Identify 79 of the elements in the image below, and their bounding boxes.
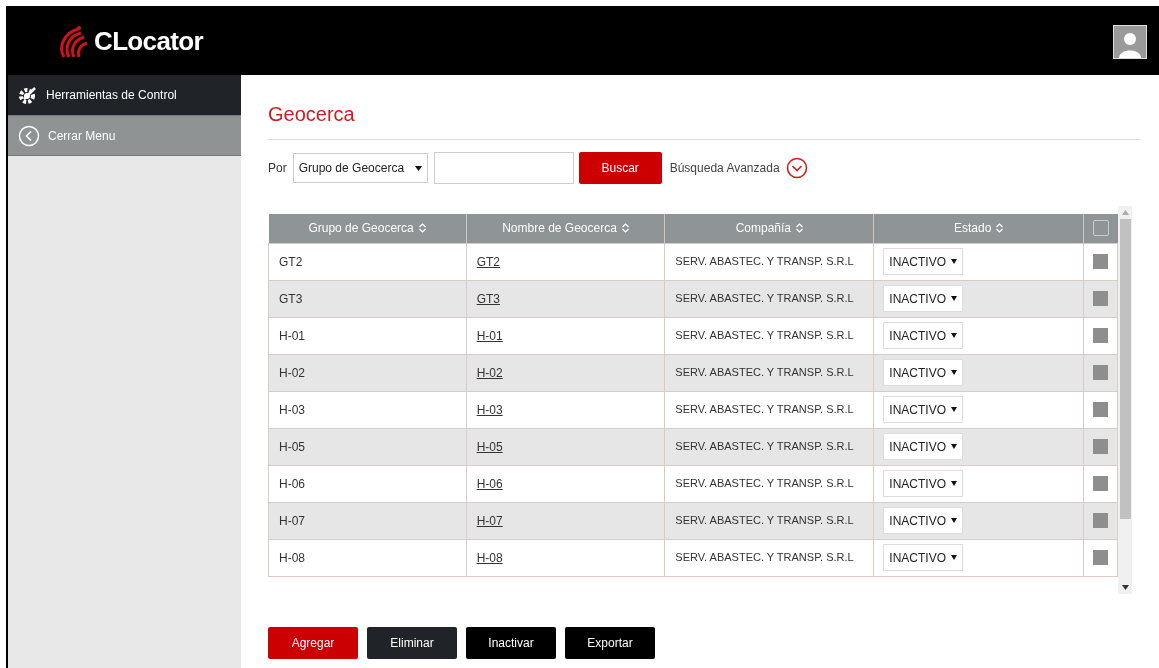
dropdown-icon	[950, 518, 957, 523]
geofence-link[interactable]: H-08	[476, 550, 503, 565]
table-cell: H-06	[279, 476, 305, 491]
status-select[interactable]: INACTIVO	[883, 248, 963, 275]
table-cell: SERV. ABASTEC. Y TRANSP. S.R.L	[675, 292, 854, 305]
filter-label: Por	[268, 160, 287, 177]
table-cell: SERV. ABASTEC. Y TRANSP. S.R.L	[675, 366, 854, 379]
table-cell: SERV. ABASTEC. Y TRANSP. S.R.L	[675, 255, 854, 268]
scroll-up-icon[interactable]	[1121, 210, 1129, 215]
sort-icon	[796, 223, 803, 234]
expand-icon[interactable]	[785, 157, 808, 179]
status-select[interactable]: INACTIVO	[883, 359, 963, 386]
dropdown-icon	[950, 333, 957, 338]
row-checkbox[interactable]	[1093, 402, 1108, 417]
table-cell: H-01	[279, 328, 305, 343]
geofence-link[interactable]: GT2	[476, 254, 500, 269]
dropdown-icon	[950, 444, 957, 449]
action-button[interactable]: Exportar	[565, 627, 655, 659]
sort-icon	[621, 223, 629, 234]
row-checkbox[interactable]	[1093, 476, 1108, 491]
table-cell: SERV. ABASTEC. Y TRANSP. S.R.L	[675, 329, 854, 342]
search-field[interactable]	[433, 152, 574, 184]
action-button[interactable]: Eliminar	[367, 627, 457, 659]
row-checkbox[interactable]	[1093, 439, 1108, 454]
table-cell: GT3	[279, 291, 303, 306]
action-button[interactable]: Agregar	[268, 627, 358, 659]
select-all-checkbox[interactable]	[1092, 220, 1109, 237]
table-cell: SERV. ABASTEC. Y TRANSP. S.R.L	[675, 551, 854, 564]
table-cell: SERV. ABASTEC. Y TRANSP. S.R.L	[675, 514, 854, 527]
row-checkbox[interactable]	[1093, 365, 1108, 380]
dropdown-icon	[950, 296, 957, 301]
table-cell: GT2	[279, 254, 303, 269]
dropdown-icon	[950, 259, 957, 264]
gear-icon	[18, 85, 38, 105]
table-cell: SERV. ABASTEC. Y TRANSP. S.R.L	[675, 440, 854, 453]
table-cell: H-03	[279, 402, 305, 417]
geofence-link[interactable]: H-01	[476, 328, 503, 343]
row-checkbox[interactable]	[1093, 291, 1108, 306]
status-select[interactable]: INACTIVO	[883, 507, 963, 534]
row-checkbox[interactable]	[1093, 550, 1108, 565]
table-cell: H-07	[279, 513, 305, 528]
sidebar-item[interactable]: Herramientas de Control	[8, 75, 241, 116]
avatar-icon[interactable]	[1113, 24, 1147, 59]
sort-icon	[996, 223, 1004, 234]
geofence-link[interactable]: H-05	[476, 439, 503, 454]
sort-icon	[418, 223, 426, 234]
group-select[interactable]: Grupo de Geocerca	[292, 153, 428, 183]
row-checkbox[interactable]	[1093, 254, 1108, 269]
status-select[interactable]: INACTIVO	[883, 433, 963, 460]
table-cell: H-05	[279, 439, 305, 454]
scroll-down-icon[interactable]	[1121, 585, 1129, 590]
dropdown-icon	[414, 165, 422, 171]
dropdown-icon	[950, 555, 957, 560]
status-select[interactable]: INACTIVO	[883, 396, 963, 423]
dropdown-icon	[950, 370, 957, 375]
page-title: Geocerca	[268, 99, 355, 140]
geofence-link[interactable]: GT3	[476, 291, 500, 306]
back-icon	[18, 124, 40, 147]
table-cell: H-08	[279, 550, 305, 565]
row-checkbox[interactable]	[1093, 513, 1108, 528]
row-checkbox[interactable]	[1093, 328, 1108, 343]
table-cell: SERV. ABASTEC. Y TRANSP. S.R.L	[675, 477, 854, 490]
scrollbar[interactable]	[1118, 206, 1132, 594]
table-cell: H-02	[279, 365, 305, 380]
table-cell: SERV. ABASTEC. Y TRANSP. S.R.L	[675, 403, 854, 416]
geofence-link[interactable]: H-03	[476, 402, 503, 417]
geofence-link[interactable]: H-06	[476, 476, 503, 491]
geofence-link[interactable]: H-02	[476, 365, 503, 380]
search-button[interactable]: Buscar	[578, 152, 662, 184]
action-button[interactable]: Inactivar	[466, 627, 556, 659]
status-select[interactable]: INACTIVO	[883, 322, 963, 349]
status-select[interactable]: INACTIVO	[883, 544, 963, 571]
geofence-link[interactable]: H-07	[476, 513, 503, 528]
status-select[interactable]: INACTIVO	[883, 285, 963, 312]
advanced-search-link[interactable]: Búsqueda Avanzada	[669, 159, 780, 177]
dropdown-icon	[950, 407, 957, 412]
logo-text: CLocator	[94, 25, 203, 58]
dropdown-icon	[950, 481, 957, 486]
status-select[interactable]: INACTIVO	[883, 470, 963, 497]
